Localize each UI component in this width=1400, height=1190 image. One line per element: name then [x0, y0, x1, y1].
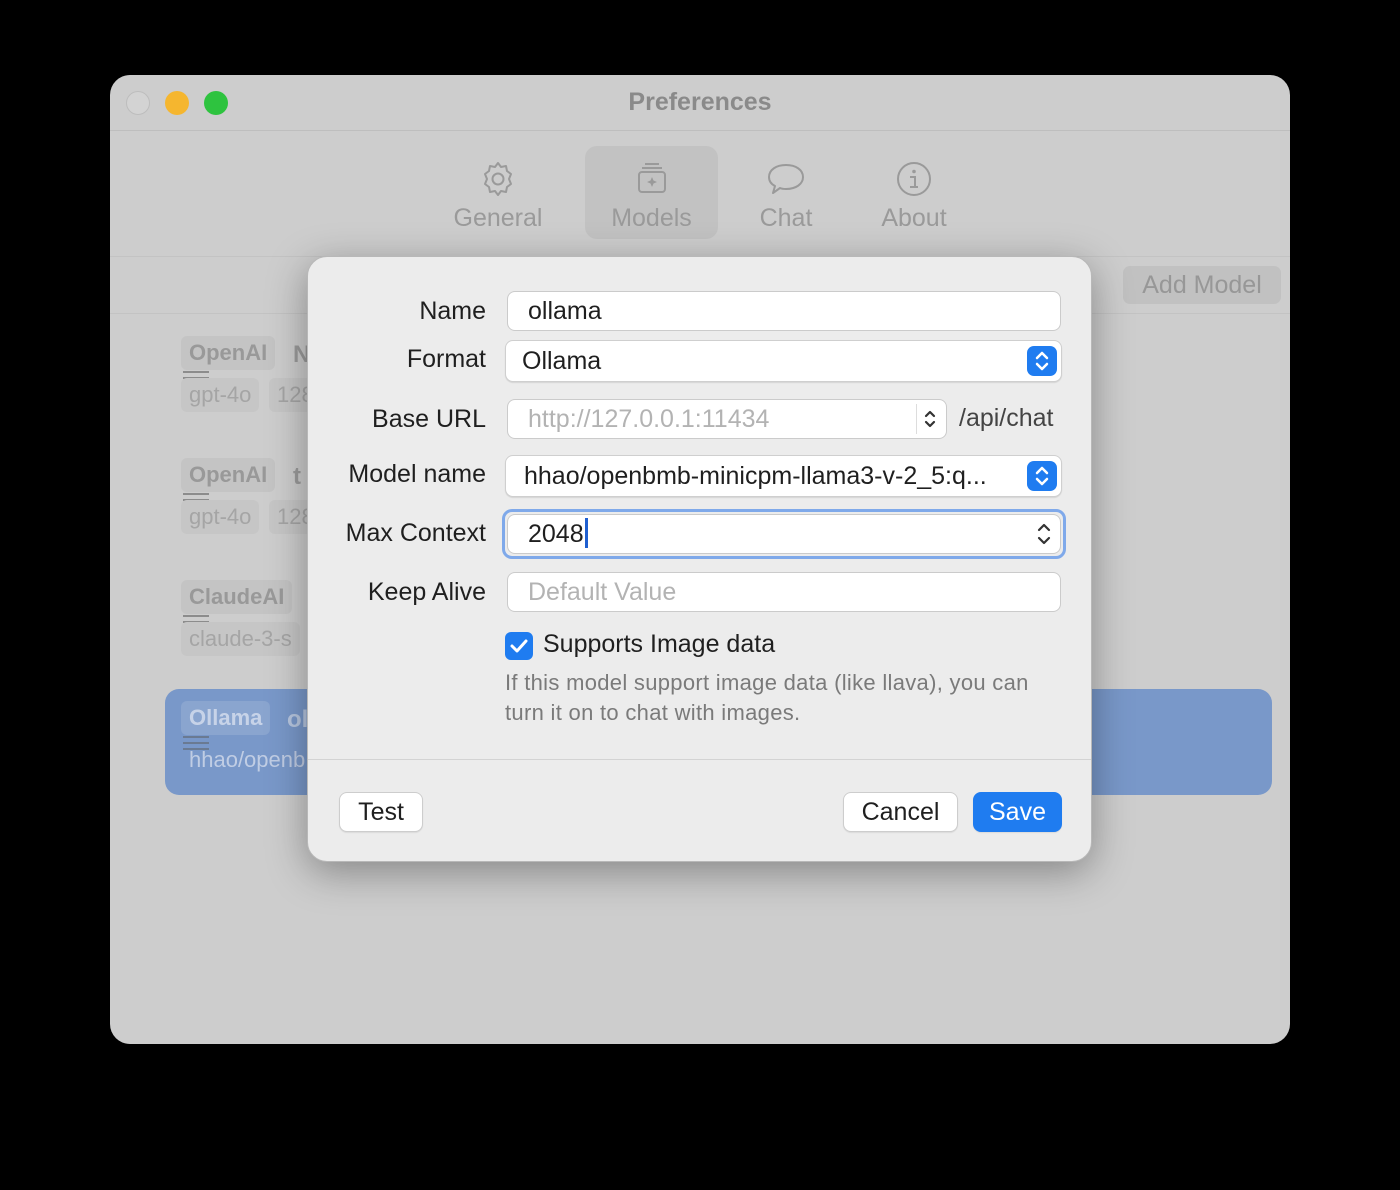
- keep-alive-label: Keep Alive: [367, 578, 486, 606]
- provider-badge: OpenAI: [181, 336, 276, 370]
- save-button[interactable]: Save: [973, 792, 1062, 832]
- max-context-field[interactable]: 2048: [507, 514, 1061, 554]
- tab-general[interactable]: General: [439, 146, 557, 239]
- add-model-button[interactable]: Add Model: [1123, 266, 1281, 304]
- title-bar: Preferences: [110, 75, 1290, 131]
- text-caret: [584, 518, 588, 549]
- model-id-chip: hhao/openb: [189, 747, 306, 772]
- keep-alive-field[interactable]: Default Value: [507, 572, 1061, 612]
- provider-badge: ClaudeAI: [181, 580, 293, 614]
- info-icon: [897, 162, 931, 196]
- name-label: Name: [419, 297, 486, 325]
- model-name-popup[interactable]: hhao/openbmb-minicpm-llama3-v-2_5:q...: [505, 455, 1062, 497]
- model-name-value: hhao/openbmb-minicpm-llama3-v-2_5:q...: [524, 462, 987, 490]
- tab-models[interactable]: Models: [585, 146, 718, 239]
- base-url-suffix: /api/chat: [959, 404, 1054, 432]
- chat-bubble-icon: [768, 164, 804, 194]
- model-id-chip: gpt-4o: [181, 378, 260, 412]
- supports-image-label[interactable]: Supports Image data: [543, 630, 775, 659]
- format-label: Format: [406, 345, 486, 373]
- base-url-combobox[interactable]: http://127.0.0.1:11434: [507, 399, 947, 439]
- chevron-up-down-icon: [1027, 346, 1057, 376]
- chevron-up-down-icon[interactable]: [916, 404, 943, 434]
- tab-models-label: Models: [611, 204, 692, 232]
- test-button[interactable]: Test: [339, 792, 423, 832]
- name-field[interactable]: ollama: [507, 291, 1061, 331]
- tab-about-label: About: [881, 204, 947, 232]
- format-value: Ollama: [522, 347, 602, 375]
- max-context-value: 2048: [528, 520, 584, 548]
- base-url-placeholder: http://127.0.0.1:11434: [528, 405, 770, 433]
- chevron-up-down-icon: [1027, 461, 1057, 491]
- base-url-label: Base URL: [372, 405, 486, 433]
- tab-general-label: General: [453, 204, 543, 232]
- models-icon: [637, 163, 666, 193]
- edit-model-sheet: Name ollama Format Ollama Base URL http:…: [307, 256, 1092, 862]
- supports-image-checkbox[interactable]: [505, 632, 533, 660]
- tab-chat[interactable]: Chat: [742, 146, 830, 239]
- cancel-button[interactable]: Cancel: [843, 792, 958, 832]
- max-context-label: Max Context: [345, 519, 486, 547]
- help-text: If this model support image data (like l…: [505, 670, 1029, 725]
- provider-badge: Ollama: [181, 701, 271, 735]
- model-id-chip: gpt-4o: [181, 500, 260, 534]
- gear-icon: [484, 162, 512, 196]
- format-popup[interactable]: Ollama: [505, 340, 1062, 382]
- model-id-chip: claude-3-s: [181, 622, 300, 656]
- stepper[interactable]: [1031, 519, 1057, 549]
- checkmark-icon: [510, 639, 528, 653]
- model-title: ol: [287, 706, 309, 733]
- tab-about[interactable]: About: [867, 146, 961, 239]
- sheet-divider: [308, 759, 1091, 760]
- tab-chat-label: Chat: [759, 204, 813, 232]
- provider-badge: OpenAI: [181, 458, 276, 492]
- window-title: Preferences: [628, 88, 772, 116]
- model-title: t: [293, 463, 301, 490]
- toolbar-divider: [110, 130, 1290, 131]
- model-name-label: Model name: [348, 460, 486, 488]
